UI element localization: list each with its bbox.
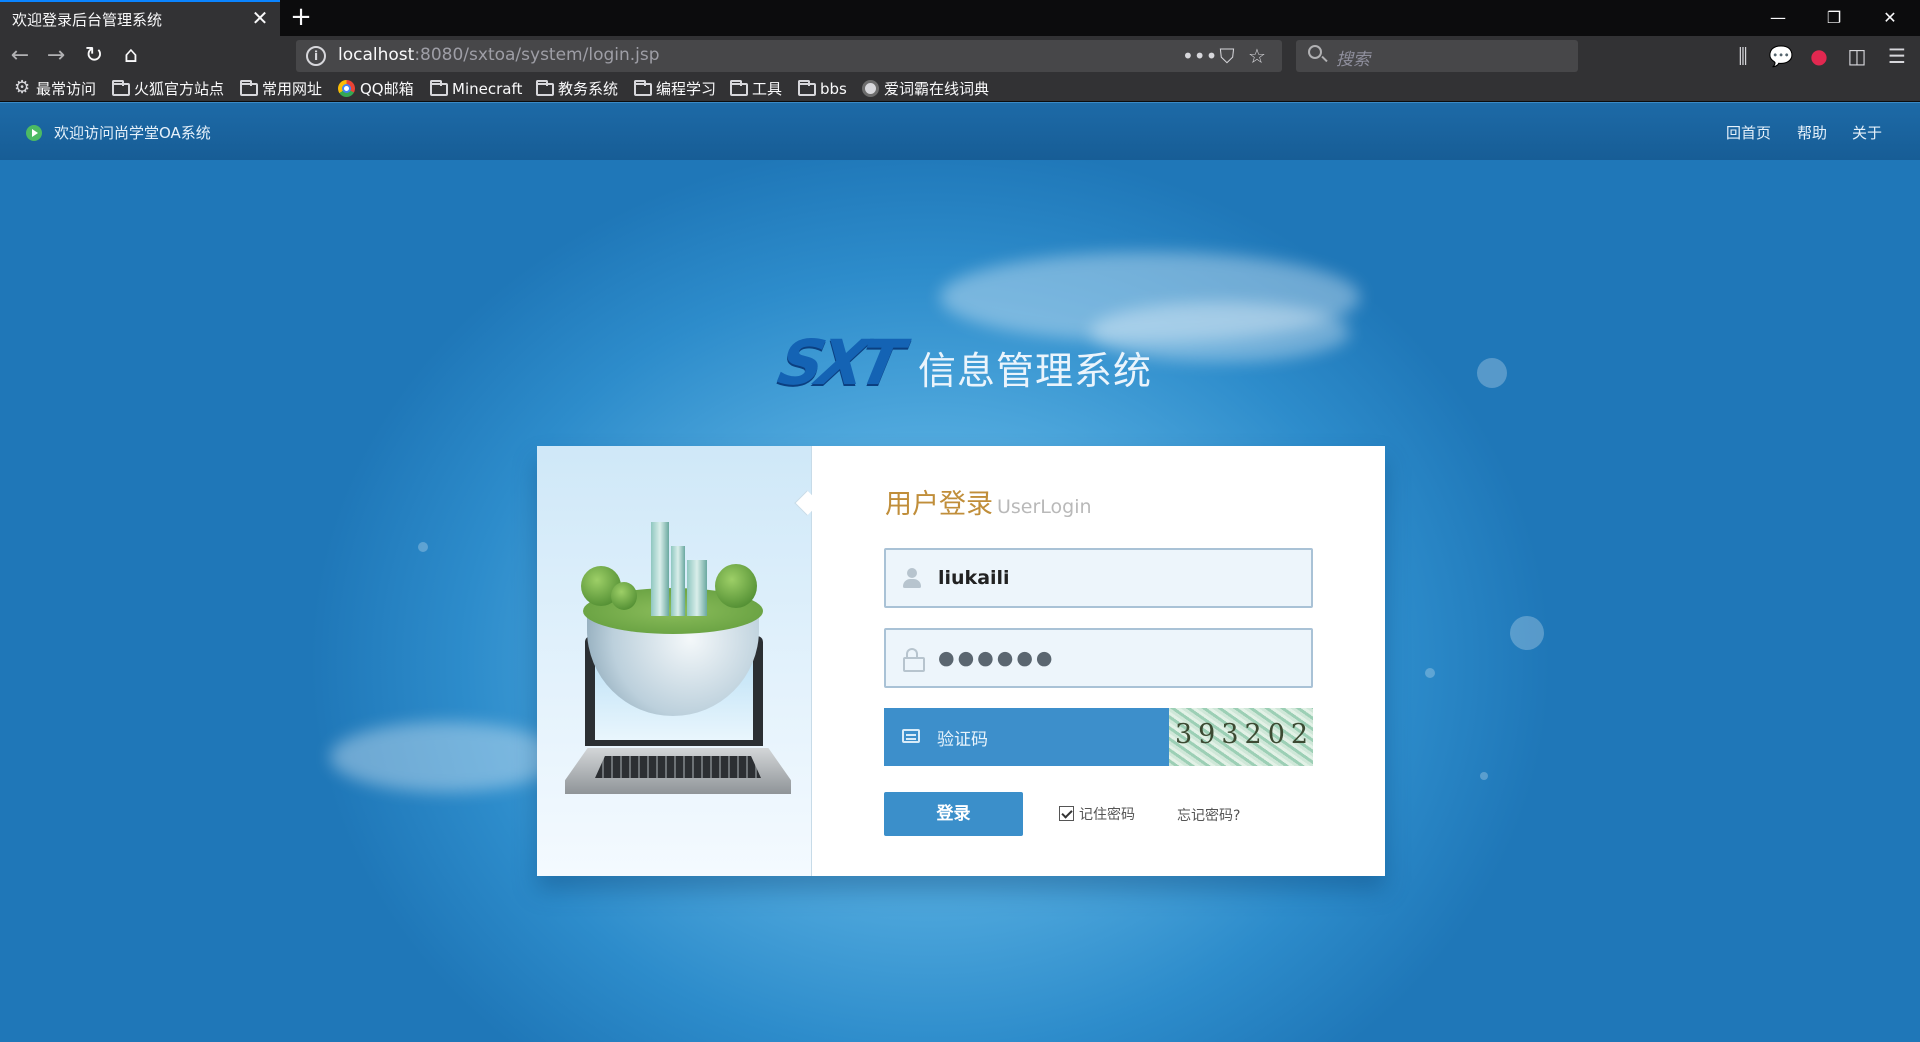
bubble-decoration bbox=[1477, 358, 1507, 388]
login-title-en: UserLogin bbox=[997, 496, 1092, 518]
bookmark-qqmail[interactable]: QQ邮箱 bbox=[336, 78, 414, 100]
pocket-icon[interactable]: ⛉ bbox=[1212, 44, 1242, 68]
extension-icon[interactable]: ● bbox=[1804, 42, 1834, 70]
remember-password[interactable]: 记住密码 bbox=[1059, 804, 1135, 824]
new-tab-icon[interactable]: + bbox=[286, 3, 316, 33]
bookmarks-toolbar: ⚙ 最常访问 火狐官方站点 常用网址 QQ邮箱 Minecraft 教务系统 编程… bbox=[0, 76, 1920, 102]
forward-icon[interactable]: → bbox=[42, 42, 70, 70]
laptop-keyboard bbox=[595, 756, 761, 778]
url-actions: ••• ⛉ ☆ bbox=[1182, 44, 1272, 68]
back-icon[interactable]: ← bbox=[6, 42, 34, 70]
cloud-decoration bbox=[330, 722, 560, 792]
login-button[interactable]: 登录 bbox=[884, 792, 1023, 836]
bubble-decoration bbox=[1480, 772, 1488, 780]
globe-icon bbox=[862, 80, 879, 97]
page-actions-icon[interactable]: ••• bbox=[1182, 44, 1217, 68]
site-info-icon[interactable]: i bbox=[306, 46, 326, 66]
captcha-image[interactable]: 393202 bbox=[1169, 708, 1313, 766]
url-host: localhost bbox=[338, 45, 415, 65]
login-title-cn: 用户登录 bbox=[885, 489, 993, 520]
login-title: 用户登录 UserLogin bbox=[885, 482, 1092, 521]
reload-icon[interactable]: ↻ bbox=[80, 42, 108, 70]
tab-strip: 欢迎登录后台管理系统 ✕ + — ❐ ✕ bbox=[0, 0, 1920, 36]
bubble-decoration bbox=[418, 542, 428, 552]
captcha-code: 393202 bbox=[1175, 719, 1315, 750]
url-path: :8080/sxtoa/system/login.jsp bbox=[414, 45, 660, 65]
bookmark-iciba[interactable]: 爱词霸在线词典 bbox=[860, 78, 989, 100]
bookmark-minecraft[interactable]: Minecraft bbox=[428, 78, 522, 100]
folder-icon bbox=[430, 80, 448, 96]
folder-icon bbox=[730, 80, 748, 96]
qq-mail-icon bbox=[338, 80, 355, 97]
tab-title: 欢迎登录后台管理系统 bbox=[12, 11, 163, 29]
system-title: 信息管理系统 bbox=[918, 349, 1153, 393]
bookmark-star-icon[interactable]: ☆ bbox=[1242, 44, 1272, 68]
username-field[interactable]: liukaili bbox=[884, 548, 1313, 608]
username-value: liukaili bbox=[938, 567, 1010, 589]
forgot-password-link[interactable]: 忘记密码? bbox=[1177, 805, 1240, 825]
minimize-icon[interactable]: — bbox=[1750, 0, 1806, 36]
url-text[interactable]: localhost:8080/sxtoa/system/login.jsp bbox=[338, 45, 660, 65]
captcha-field[interactable]: 验证码 393202 bbox=[884, 708, 1313, 766]
play-icon bbox=[26, 125, 42, 141]
library-icon[interactable]: ⫼ bbox=[1728, 42, 1758, 70]
close-window-icon[interactable]: ✕ bbox=[1862, 0, 1918, 36]
folder-icon bbox=[112, 80, 130, 96]
folder-icon bbox=[240, 80, 258, 96]
bookmark-programming[interactable]: 编程学习 bbox=[632, 78, 716, 100]
menu-icon[interactable]: ☰ bbox=[1882, 42, 1912, 70]
home-icon[interactable]: ⌂ bbox=[117, 42, 145, 70]
restore-icon[interactable]: ❐ bbox=[1806, 0, 1862, 36]
close-tab-icon[interactable]: ✕ bbox=[248, 6, 272, 30]
bookmark-jiaowu[interactable]: 教务系统 bbox=[534, 78, 618, 100]
keyboard-icon bbox=[902, 729, 920, 743]
system-logo: SXT 信息管理系统 bbox=[772, 326, 1160, 399]
laptop-city-illustration bbox=[565, 522, 797, 812]
bubble-decoration bbox=[1425, 668, 1435, 678]
bubble-decoration bbox=[1510, 616, 1544, 650]
search-icon bbox=[1308, 45, 1322, 59]
sxt-logo-mark: SXT bbox=[772, 326, 905, 399]
help-link[interactable]: 帮助 bbox=[1797, 122, 1827, 143]
remember-label: 记住密码 bbox=[1079, 807, 1135, 823]
active-tab[interactable]: 欢迎登录后台管理系统 ✕ bbox=[0, 0, 280, 36]
sidebar-icon[interactable]: ◫ bbox=[1842, 42, 1872, 70]
folder-icon bbox=[634, 80, 652, 96]
bookmark-firefox[interactable]: 火狐官方站点 bbox=[110, 78, 224, 100]
bookmark-bbs[interactable]: bbs bbox=[796, 78, 847, 100]
gear-icon: ⚙ bbox=[14, 77, 31, 98]
captcha-placeholder: 验证码 bbox=[937, 730, 988, 750]
illustration-pane bbox=[537, 446, 812, 876]
welcome-text: 欢迎访问尚学堂OA系统 bbox=[54, 124, 211, 142]
lock-icon bbox=[902, 648, 925, 672]
folder-icon bbox=[798, 80, 816, 96]
building-graphic bbox=[651, 522, 669, 616]
bookmark-tools[interactable]: 工具 bbox=[728, 78, 782, 100]
user-icon bbox=[902, 568, 922, 588]
bookmark-most-visited[interactable]: ⚙ 最常访问 bbox=[12, 78, 96, 100]
chat-icon[interactable]: 💬 bbox=[1766, 42, 1796, 70]
building-graphic bbox=[687, 560, 707, 616]
site-header: 欢迎访问尚学堂OA系统 回首页 帮助 关于 bbox=[0, 102, 1920, 160]
search-placeholder: 搜索 bbox=[1336, 50, 1370, 70]
about-link[interactable]: 关于 bbox=[1852, 122, 1882, 143]
folder-icon bbox=[536, 80, 554, 96]
building-graphic bbox=[671, 546, 685, 616]
address-bar[interactable]: i localhost:8080/sxtoa/system/login.jsp … bbox=[296, 40, 1282, 72]
password-field[interactable]: ●●●●●● bbox=[884, 628, 1313, 688]
login-page: 欢迎访问尚学堂OA系统 回首页 帮助 关于 SXT 信息管理系统 用户登录 Us… bbox=[0, 102, 1920, 1042]
remember-checkbox[interactable] bbox=[1059, 806, 1074, 821]
home-link[interactable]: 回首页 bbox=[1726, 122, 1771, 143]
tree-graphic bbox=[611, 582, 637, 610]
navigation-toolbar: ← → ↻ ⌂ i localhost:8080/sxtoa/system/lo… bbox=[0, 36, 1920, 76]
bookmark-common[interactable]: 常用网址 bbox=[238, 78, 322, 100]
search-bar[interactable]: 搜索 bbox=[1296, 40, 1578, 72]
tree-graphic bbox=[715, 564, 757, 608]
password-value: ●●●●●● bbox=[938, 647, 1056, 669]
login-panel: 用户登录 UserLogin liukaili ●●●●●● 验证码 393202… bbox=[537, 446, 1385, 876]
